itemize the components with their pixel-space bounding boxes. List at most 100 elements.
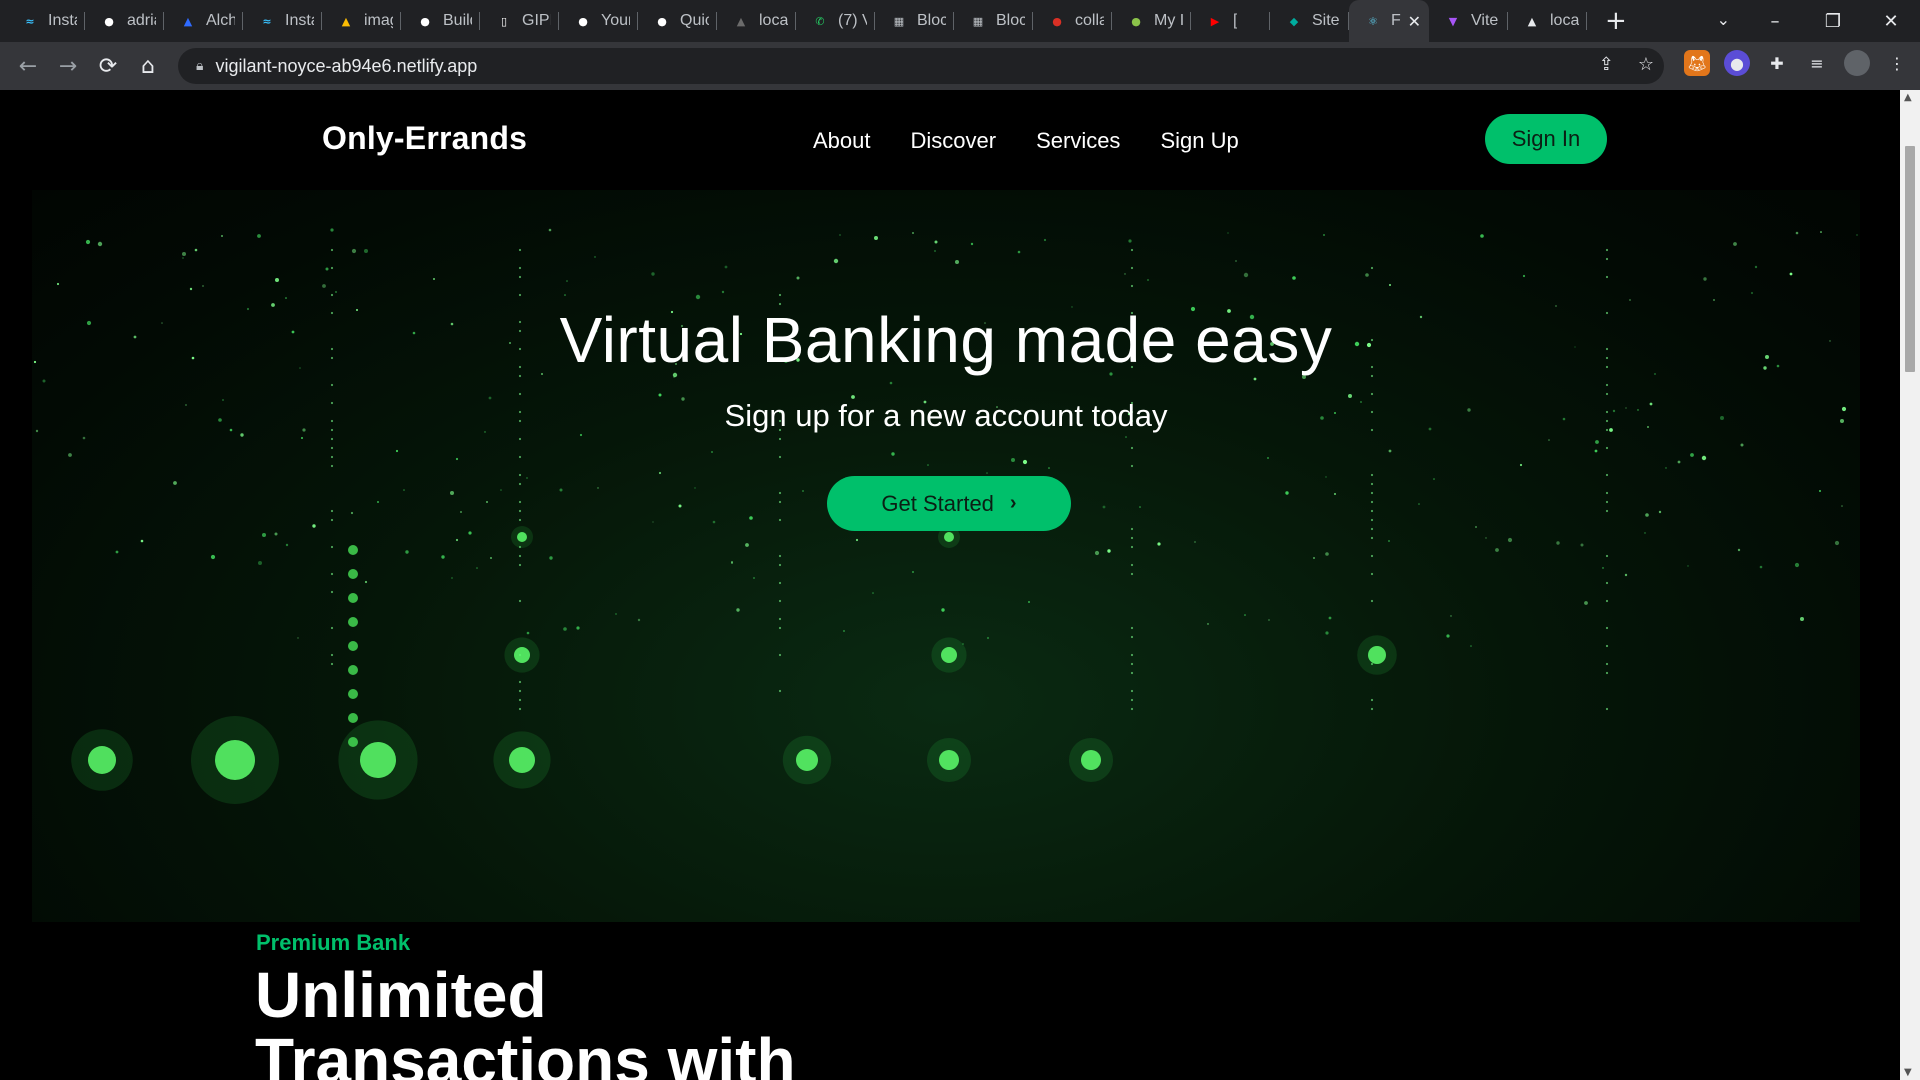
page-viewport: Only-Errands About Discover Services Sig… — [0, 90, 1900, 1080]
hero-subtitle: Sign up for a new account today — [724, 398, 1168, 433]
scroll-up-arrow-icon[interactable]: ▲ — [1904, 92, 1912, 103]
tab-title: Insta — [285, 12, 314, 29]
tailwind-icon: ≈ — [25, 14, 35, 28]
browser-tab[interactable]: ▲ loca — [1508, 0, 1587, 42]
browser-tab[interactable]: ● Build — [401, 0, 480, 42]
tailwind-icon: ≈ — [262, 14, 272, 28]
tab-title: Alch — [206, 12, 235, 29]
vite-icon: ▼ — [1448, 14, 1458, 28]
nav-services[interactable]: Services — [1036, 128, 1120, 154]
get-started-button[interactable]: Get Started › — [827, 476, 1071, 531]
browser-tab[interactable]: ⚛ F ✕ — [1349, 0, 1429, 42]
tab-title: loca — [759, 12, 788, 29]
scrollbar-thumb[interactable] — [1905, 146, 1915, 372]
metamask-icon[interactable]: 🦊︎ — [1684, 50, 1710, 76]
github-icon: ● — [104, 14, 114, 28]
tab-title: F — [1391, 12, 1401, 29]
block-icon: ▦ — [972, 14, 984, 28]
giphy-icon: ▯ — [500, 14, 508, 28]
youtube-icon: ▶ — [1210, 14, 1220, 28]
feature-title-line2: Transactions with — [255, 1025, 796, 1080]
extension-icon[interactable]: ● — [1724, 50, 1750, 76]
github-icon: ● — [578, 14, 588, 28]
browser-tab[interactable]: ▦ Bloc — [954, 0, 1033, 42]
address-bar[interactable]: 🔒︎ vigilant-noyce-ab94e6.netlify.app ⇪ ☆ — [178, 48, 1664, 84]
tab-title: (7) V — [838, 12, 867, 29]
profile-avatar[interactable] — [1844, 50, 1870, 76]
browser-tab[interactable]: ● Quic — [638, 0, 717, 42]
react-icon: ⚛ — [1368, 14, 1378, 28]
close-window-button[interactable]: ✕ — [1862, 11, 1920, 32]
main-nav: About Discover Services Sign Up — [813, 128, 1239, 154]
tab-title: Build — [443, 12, 472, 29]
tab-title: [ — [1233, 12, 1238, 29]
share-icon[interactable]: ⇪ — [1599, 54, 1614, 75]
browser-tab[interactable]: ▲ Alch — [164, 0, 243, 42]
browser-tab[interactable]: ▯ GIPH — [480, 0, 559, 42]
github-icon: ● — [420, 14, 430, 28]
hero-section: Virtual Banking made easy Sign up for a … — [32, 190, 1860, 922]
feature-title-line1: Unlimited — [255, 959, 547, 1031]
puzzle-extensions-icon[interactable]: ✚ — [1764, 50, 1790, 76]
triangle-icon: ▲ — [736, 14, 746, 28]
nav-about[interactable]: About — [813, 128, 871, 154]
browser-toolbar: ← → ⟳ ⌂ 🔒︎ vigilant-noyce-ab94e6.netlify… — [0, 42, 1920, 90]
browser-tab[interactable]: ◆ Site — [1270, 0, 1349, 42]
alchemy-icon: ▲ — [183, 14, 193, 28]
close-tab-icon[interactable]: ✕ — [1408, 12, 1421, 31]
site-logo[interactable]: Only-Errands — [322, 120, 527, 157]
get-started-label: Get Started — [881, 490, 994, 516]
tab-search-icon[interactable]: ⌄ — [1717, 10, 1730, 29]
tab-title: Bloc — [996, 12, 1025, 29]
google-drive-icon: ▲ — [341, 14, 351, 28]
extensions-area: 🦊︎ ● ✚ ≡ ⋮ — [1684, 50, 1910, 76]
browser-tab[interactable]: ● Your — [559, 0, 638, 42]
whatsapp-icon: ✆ — [815, 14, 825, 28]
chevron-right-icon: › — [1009, 492, 1017, 514]
tab-title: Site — [1312, 12, 1340, 29]
scroll-down-arrow-icon[interactable]: ▼ — [1904, 1067, 1912, 1078]
browser-tab[interactable]: ▶[ — [1191, 0, 1270, 42]
feature-title: Unlimited Transactions with — [255, 962, 796, 1080]
hero-title: Virtual Banking made easy — [559, 304, 1333, 376]
browser-tab[interactable]: ✆ (7) V — [796, 0, 875, 42]
browser-tab[interactable]: ≈ Insta — [243, 0, 322, 42]
home-button[interactable]: ⌂ — [128, 46, 168, 86]
reading-list-icon[interactable]: ≡ — [1804, 50, 1830, 76]
page-scrollbar[interactable]: ▲ ▼ — [1900, 90, 1920, 1080]
tab-title: colla — [1075, 12, 1104, 29]
lock-icon[interactable]: 🔒︎ — [196, 58, 203, 74]
reload-button[interactable]: ⟳ — [88, 46, 128, 86]
browser-tab[interactable]: ▦ Bloc — [875, 0, 954, 42]
browser-tab[interactable]: ▼ Vite — [1429, 0, 1508, 42]
browser-tab[interactable]: ≈ Insta — [6, 0, 85, 42]
triangle-icon: ▲ — [1527, 14, 1537, 28]
hero-matrix-background — [33, 228, 1858, 804]
browser-tab[interactable]: ● My I — [1112, 0, 1191, 42]
github-icon: ● — [657, 14, 667, 28]
minimize-button[interactable]: – — [1746, 11, 1804, 32]
browser-tab[interactable]: ▲ loca — [717, 0, 796, 42]
tab-title: loca — [1550, 12, 1579, 29]
forward-button[interactable]: → — [48, 46, 88, 86]
tab-title: adria — [127, 12, 156, 29]
browser-tab[interactable]: ▲ imag — [322, 0, 401, 42]
url-text[interactable]: vigilant-noyce-ab94e6.netlify.app — [215, 56, 477, 77]
diamond-icon: ◆ — [1289, 14, 1299, 28]
window-controls: ⌄ – ❐ ✕ — [1717, 0, 1920, 42]
sign-in-button[interactable]: Sign In — [1485, 114, 1607, 164]
back-button[interactable]: ← — [8, 46, 48, 86]
nav-discover[interactable]: Discover — [911, 128, 997, 154]
menu-kebab-icon[interactable]: ⋮ — [1884, 50, 1910, 76]
new-tab-button[interactable]: + — [1605, 6, 1627, 36]
green-orb-icon: ● — [1131, 14, 1141, 28]
feature-section: Premium Bank Unlimited Transactions with — [0, 922, 1900, 1080]
nav-sign-up[interactable]: Sign Up — [1160, 128, 1238, 154]
browser-tab[interactable]: ● colla — [1033, 0, 1112, 42]
tab-title: imag — [364, 12, 393, 29]
browser-tab[interactable]: ● adria — [85, 0, 164, 42]
tab-list: ≈ Insta ● adria ▲ Alch ≈ Insta ▲ imag ● Build ▯ GIPH ●… — [6, 0, 1587, 42]
calendar-badge-icon: ● — [1052, 14, 1062, 28]
bookmark-star-icon[interactable]: ☆ — [1638, 54, 1654, 75]
restore-button[interactable]: ❐ — [1804, 11, 1862, 32]
